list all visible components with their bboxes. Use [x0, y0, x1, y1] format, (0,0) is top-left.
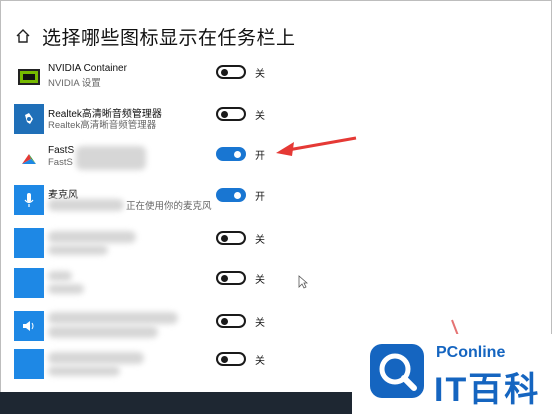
blurred-region	[48, 284, 84, 294]
page-header: 选择哪些图标显示在任务栏上	[14, 20, 296, 52]
realtek-audio-icon	[14, 104, 44, 134]
watermark-brand: IT百科	[434, 371, 541, 409]
microphone-icon	[14, 185, 44, 215]
toggle-state-label: 开	[255, 192, 265, 203]
toggle-state-label: 关	[255, 275, 265, 286]
row-subtitle: NVIDIA 设置	[48, 78, 101, 89]
toggle-knob	[234, 151, 241, 158]
toggle-switch[interactable]	[216, 314, 246, 328]
toggle-state-label: 关	[255, 318, 265, 329]
toggle-state-label: 开	[255, 151, 265, 162]
toggle-knob	[221, 275, 228, 282]
blurred-region	[48, 352, 144, 364]
toggle-knob	[221, 111, 228, 118]
toggle-knob	[221, 356, 228, 363]
toggle-state-label: 关	[255, 69, 265, 80]
red-arrow-annotation	[276, 136, 357, 156]
tray-icon-row-realtek: Realtek高清晰音频管理器 Realtek高清晰音频管理器 关	[14, 104, 552, 134]
row-subtitle: FastS	[48, 157, 73, 168]
row-subtitle: 正在使用你的麦克风	[126, 201, 212, 212]
toggle-state-label: 关	[255, 235, 265, 246]
home-icon[interactable]	[14, 27, 32, 45]
blurred-region	[48, 245, 108, 255]
blurred-region	[48, 231, 136, 243]
pconline-logo-icon	[370, 344, 424, 398]
watermark-site: PConline	[436, 344, 506, 361]
toggle-knob	[221, 318, 228, 325]
blurred-region	[76, 146, 146, 170]
toggle-switch[interactable]	[216, 231, 246, 245]
blurred-region	[48, 312, 178, 324]
tray-icon-row-nvidia: NVIDIA Container NVIDIA 设置 关	[14, 62, 552, 92]
blurred-region	[48, 326, 158, 338]
toggle-state-label: 关	[255, 111, 265, 122]
toggle-switch[interactable]	[216, 352, 246, 366]
app-icon	[14, 268, 44, 298]
toggle-knob	[221, 69, 228, 76]
toggle-switch[interactable]	[216, 188, 246, 202]
row-subtitle: Realtek高清晰音频管理器	[48, 120, 157, 131]
blurred-region	[48, 199, 124, 211]
blurred-region	[48, 366, 120, 376]
app-icon	[14, 228, 44, 258]
pconline-watermark: PConline IT百科	[352, 334, 552, 414]
mouse-cursor-icon	[298, 275, 308, 289]
nvidia-icon	[14, 62, 44, 92]
page-title: 选择哪些图标显示在任务栏上	[42, 27, 296, 49]
row-name: FastS	[48, 145, 75, 156]
tray-icon-row: 关	[14, 268, 552, 298]
toggle-switch[interactable]	[216, 271, 246, 285]
speaker-icon	[14, 311, 44, 341]
faststone-icon	[14, 144, 44, 174]
blurred-region	[48, 271, 72, 281]
toggle-switch[interactable]	[216, 147, 246, 161]
toggle-state-label: 关	[255, 356, 265, 367]
toggle-knob	[234, 192, 241, 199]
toggle-switch[interactable]	[216, 65, 246, 79]
tray-icon-row: 关	[14, 228, 552, 258]
toggle-switch[interactable]	[216, 107, 246, 121]
app-icon	[14, 349, 44, 379]
tray-icon-row-microphone: 麦克风 正在使用你的麦克风 开	[14, 185, 552, 215]
row-name: NVIDIA Container	[48, 63, 127, 74]
toggle-knob	[221, 235, 228, 242]
